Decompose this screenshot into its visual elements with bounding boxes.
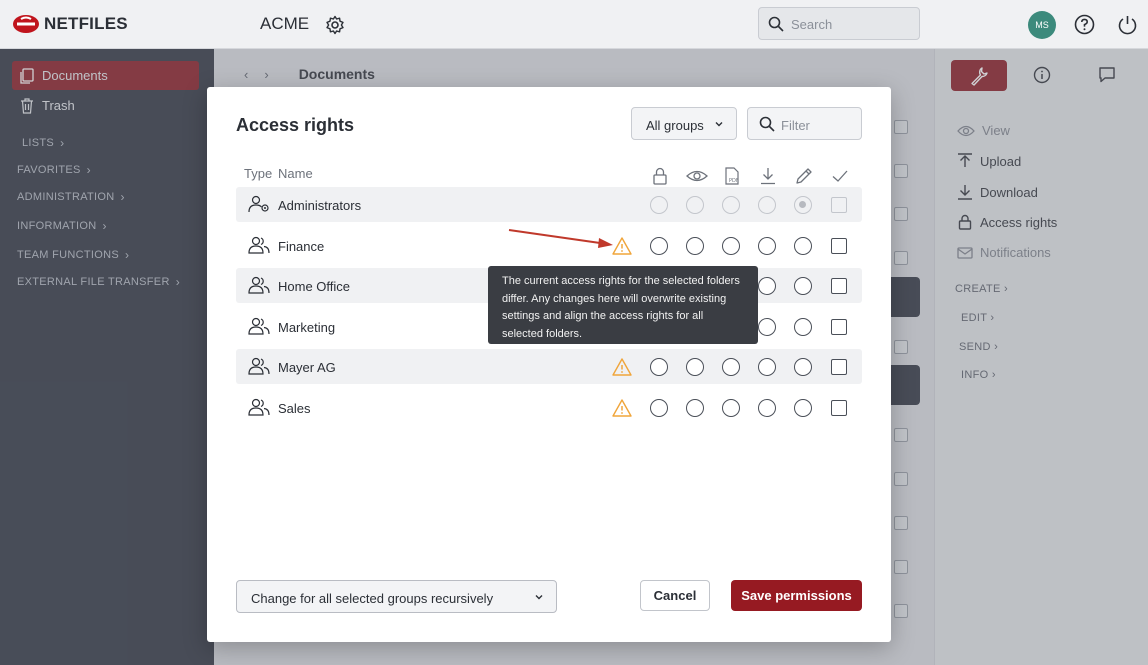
permission-full-checkbox[interactable]: [831, 238, 847, 254]
permission-view-radio[interactable]: [686, 358, 704, 376]
permission-lock-radio[interactable]: [650, 358, 668, 376]
permission-full-checkbox[interactable]: [831, 400, 847, 416]
warning-icon[interactable]: [612, 398, 632, 418]
permission-download-radio[interactable]: [758, 399, 776, 417]
permission-download-radio: [758, 196, 776, 214]
group-name: Marketing: [278, 320, 336, 335]
svg-text:PDF: PDF: [729, 178, 739, 184]
lock-icon: [653, 167, 667, 185]
warning-icon[interactable]: [612, 357, 632, 377]
permission-download-radio[interactable]: [758, 318, 776, 336]
netfiles-logo[interactable]: NETFILES: [12, 13, 128, 35]
group-name: Sales: [278, 401, 311, 416]
permission-pdf-radio: [722, 196, 740, 214]
access-rights-dialog: Access rights All groups Filter Type Nam…: [207, 87, 891, 642]
column-header-type: Type: [244, 166, 273, 181]
group-icon: [248, 236, 270, 254]
group-icon: [248, 357, 270, 375]
power-icon[interactable]: [1117, 14, 1138, 35]
group-row-mayer-ag[interactable]: Mayer AG: [236, 349, 862, 384]
group-name: Mayer AG: [278, 360, 336, 375]
global-search-input[interactable]: Search: [758, 7, 920, 40]
netfiles-logo-icon: [13, 15, 39, 33]
top-bar: NETFILES ACME Search MS: [0, 0, 1148, 49]
recursive-mode-select[interactable]: Change for all selected groups recursive…: [236, 580, 557, 613]
user-avatar[interactable]: MS: [1028, 11, 1056, 39]
permission-lock-radio[interactable]: [650, 237, 668, 255]
chevron-down-icon: [715, 122, 723, 127]
group-filter-select[interactable]: All groups: [631, 107, 737, 140]
group-icon: [248, 398, 270, 416]
permission-view-radio[interactable]: [686, 399, 704, 417]
annotation-arrow: [508, 229, 613, 248]
permission-edit-radio: [794, 196, 812, 214]
warning-tooltip: The current access rights for the select…: [488, 266, 758, 344]
permission-download-radio[interactable]: [758, 277, 776, 295]
search-placeholder: Search: [791, 17, 833, 32]
group-icon: [248, 317, 270, 335]
cancel-button[interactable]: Cancel: [640, 580, 710, 611]
group-row-sales[interactable]: Sales: [236, 390, 862, 425]
permission-full-checkbox[interactable]: [831, 319, 847, 335]
permission-edit-radio[interactable]: [794, 399, 812, 417]
permission-full-checkbox[interactable]: [831, 278, 847, 294]
permission-lock-radio[interactable]: [650, 399, 668, 417]
chevron-down-icon: [535, 595, 543, 600]
filter-placeholder: Filter: [781, 118, 810, 133]
group-name: Administrators: [278, 198, 362, 213]
filter-input[interactable]: Filter: [747, 107, 862, 140]
help-icon[interactable]: [1074, 14, 1095, 35]
permission-edit-radio[interactable]: [794, 318, 812, 336]
pdf-icon: PDF: [725, 167, 739, 185]
group-name: Finance: [278, 239, 325, 254]
dialog-title: Access rights: [236, 115, 355, 135]
logo-text: NETFILES: [44, 14, 128, 33]
pencil-icon: [796, 168, 812, 184]
permission-edit-radio[interactable]: [794, 277, 812, 295]
group-icon: [248, 276, 270, 294]
search-icon: [759, 116, 775, 132]
group-name: Home Office: [278, 279, 351, 294]
permission-view-radio[interactable]: [686, 237, 704, 255]
admin-group-icon: [248, 195, 269, 213]
permission-pdf-radio[interactable]: [722, 358, 740, 376]
permission-full-checkbox[interactable]: [831, 359, 847, 375]
permission-pdf-radio[interactable]: [722, 237, 740, 255]
permission-lock-radio: [650, 196, 668, 214]
permission-edit-radio[interactable]: [794, 237, 812, 255]
group-row-administrators[interactable]: Administrators: [236, 187, 862, 222]
permission-edit-radio[interactable]: [794, 358, 812, 376]
workspace-title: ACME: [260, 14, 310, 33]
permission-download-radio[interactable]: [758, 358, 776, 376]
permission-pdf-radio[interactable]: [722, 399, 740, 417]
permission-download-radio[interactable]: [758, 237, 776, 255]
eye-icon: [686, 170, 708, 182]
check-icon: [832, 170, 848, 182]
permission-view-radio: [686, 196, 704, 214]
permission-full-checkbox: [831, 197, 847, 213]
download-icon: [761, 168, 775, 185]
search-icon: [768, 16, 784, 32]
column-header-name: Name: [278, 166, 313, 181]
save-permissions-button[interactable]: Save permissions: [731, 580, 862, 611]
gear-icon[interactable]: [325, 15, 345, 35]
